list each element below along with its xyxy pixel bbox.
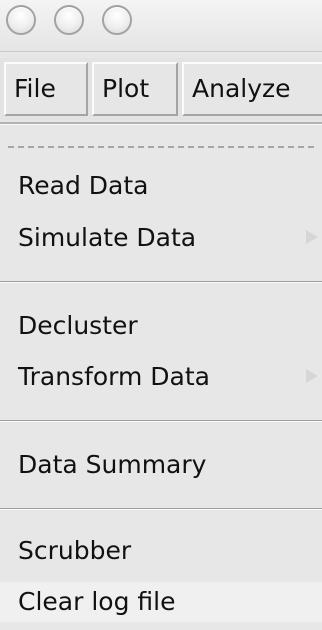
menu-separator (0, 281, 322, 283)
minimize-window-button[interactable] (54, 5, 84, 35)
menubar-divider (0, 122, 322, 125)
menu-item-label: Scrubber (18, 536, 132, 565)
menu-item-decluster[interactable]: Decluster (0, 306, 322, 346)
submenu-arrow-icon (306, 230, 318, 244)
menu-item-transform-data[interactable]: Transform Data (0, 357, 322, 397)
menu-item-simulate-data[interactable]: Simulate Data (0, 218, 322, 258)
plot-menu-button[interactable]: Plot (92, 62, 178, 116)
menu-item-label: Transform Data (18, 362, 210, 391)
menu-item-label: Decluster (18, 311, 138, 340)
menu-separator (0, 508, 322, 510)
menu-item-data-summary[interactable]: Data Summary (0, 445, 322, 485)
menu-item-label: Data Summary (18, 450, 207, 479)
zoom-window-button[interactable] (102, 5, 132, 35)
window-titlebar (0, 0, 322, 52)
menu-item-label: Simulate Data (18, 223, 197, 252)
menu-item-label: Read Data (18, 171, 149, 200)
tearoff-line[interactable] (8, 146, 314, 148)
submenu-arrow-icon (306, 369, 318, 383)
menu-item-read-data[interactable]: Read Data (0, 166, 322, 206)
menu-item-scrubber[interactable]: Scrubber (0, 531, 322, 571)
analyze-menu-button[interactable]: Analyze (182, 62, 322, 116)
close-window-button[interactable] (6, 5, 36, 35)
menubar: File Plot Analyze (0, 58, 322, 120)
menu-item-label: Clear log file (18, 587, 176, 616)
file-menu-button[interactable]: File (4, 62, 88, 116)
menu-item-clear-log-file[interactable]: Clear log file (0, 582, 322, 622)
menu-separator (0, 420, 322, 422)
